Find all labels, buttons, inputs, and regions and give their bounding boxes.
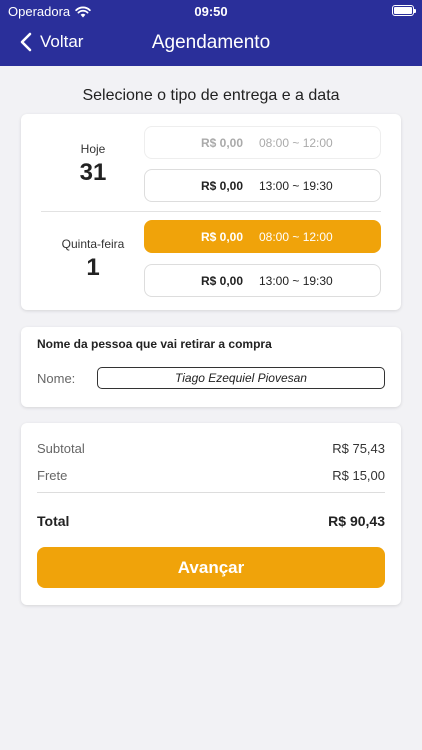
subtotal-value: R$ 75,43 — [332, 441, 385, 456]
day-name: Quinta-feira — [61, 237, 125, 251]
day-number: 1 — [86, 254, 100, 281]
slot-price: R$ 0,00 — [200, 273, 243, 288]
slot-time: 13:00 ~ 19:30 — [259, 273, 333, 288]
page-title: Agendamento — [151, 32, 271, 53]
name-label: Nome: — [37, 371, 76, 386]
nav-bar: Voltar Agendamento — [0, 28, 422, 62]
day-row-today: Hoje 31 R$ 0,00 08:00 ~ 12:00 R$ 0,00 13… — [21, 114, 401, 211]
pickup-heading: Nome da pessoa que vai retirar a compra — [37, 337, 272, 351]
slot-time: 08:00 ~ 12:00 — [259, 229, 333, 244]
slot-price: R$ 0,00 — [200, 229, 243, 244]
advance-button[interactable]: Avançar — [37, 547, 385, 588]
schedule-card: Hoje 31 R$ 0,00 08:00 ~ 12:00 R$ 0,00 13… — [21, 114, 401, 310]
slot-time: 08:00 ~ 12:00 — [259, 135, 333, 150]
app-header: Operadora 09:50 Voltar Agendamento — [0, 0, 422, 66]
day-label: Hoje 31 — [43, 142, 143, 187]
subtotal-label: Subtotal — [37, 441, 85, 456]
total-row: Total R$ 90,43 — [37, 513, 385, 529]
slot-time: 13:00 ~ 19:30 — [259, 178, 333, 193]
slot-price: R$ 0,00 — [200, 135, 243, 150]
battery-icon — [392, 5, 416, 16]
subtotal-row: Subtotal R$ 75,43 — [37, 441, 385, 456]
status-bar: Operadora 09:50 — [0, 0, 422, 22]
slot-price: R$ 0,00 — [200, 178, 243, 193]
day-label: Quinta-feira 1 — [43, 237, 143, 282]
slot-thursday-morning[interactable]: R$ 0,00 08:00 ~ 12:00 — [144, 220, 381, 253]
frete-label: Frete — [37, 468, 68, 483]
section-subtitle: Selecione o tipo de entrega e a data — [82, 87, 340, 104]
day-name: Hoje — [80, 142, 106, 156]
slot-today-afternoon[interactable]: R$ 0,00 13:00 ~ 19:30 — [144, 169, 381, 202]
status-time: 09:50 — [194, 4, 228, 19]
slot-thursday-afternoon[interactable]: R$ 0,00 13:00 ~ 19:30 — [144, 264, 381, 297]
total-label: Total — [37, 513, 70, 529]
frete-value: R$ 15,00 — [332, 468, 385, 483]
day-row-thursday: Quinta-feira 1 R$ 0,00 08:00 ~ 12:00 R$ … — [21, 211, 401, 308]
summary-divider — [37, 492, 385, 493]
frete-row: Frete R$ 15,00 — [37, 468, 385, 483]
day-number: 31 — [79, 159, 107, 186]
pickup-card: Nome da pessoa que vai retirar a compra … — [21, 327, 401, 407]
summary-card: Subtotal R$ 75,43 Frete R$ 15,00 Total R… — [21, 423, 401, 605]
total-value: R$ 90,43 — [328, 513, 385, 529]
name-input[interactable] — [97, 367, 385, 389]
slot-today-morning[interactable]: R$ 0,00 08:00 ~ 12:00 — [144, 126, 381, 159]
